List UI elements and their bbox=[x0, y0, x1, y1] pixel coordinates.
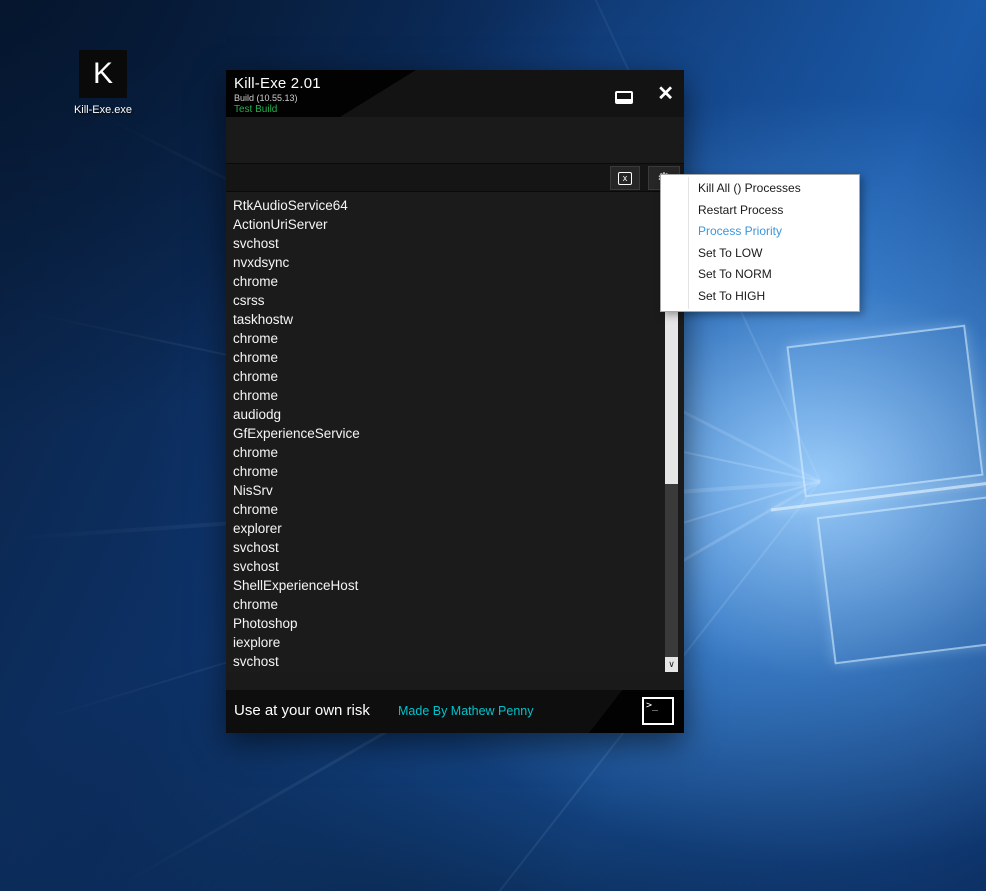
context-menu-item[interactable]: Set To HIGH bbox=[661, 286, 859, 308]
kill-exe-window: Kill-Exe 2.01 Build (10.55.13) Test Buil… bbox=[226, 70, 684, 733]
process-list[interactable]: RtkAudioService64 ActionUriServer svchos… bbox=[226, 196, 662, 672]
console-prompt-icon: >_ bbox=[646, 700, 659, 711]
context-menu: Kill All () Processes Restart Process Pr… bbox=[660, 174, 860, 312]
process-list-item[interactable]: csrss bbox=[233, 291, 662, 310]
context-menu-item[interactable]: Restart Process bbox=[661, 200, 859, 222]
process-list-item[interactable]: svchost bbox=[233, 557, 662, 576]
context-menu-items: Kill All () Processes Restart Process Pr… bbox=[661, 178, 859, 307]
process-list-item[interactable]: chrome bbox=[233, 462, 662, 481]
window-controls: ✕ bbox=[611, 70, 674, 117]
process-list-item[interactable]: chrome bbox=[233, 386, 662, 405]
process-list-item[interactable]: Photoshop bbox=[233, 614, 662, 633]
footer: Use at your own risk Made By Mathew Penn… bbox=[226, 690, 684, 733]
kill-process-icon: x bbox=[617, 171, 633, 185]
process-list-item[interactable]: svchost bbox=[233, 652, 662, 671]
kill-process-button[interactable]: x bbox=[610, 166, 640, 190]
process-list-panel: RtkAudioService64 ActionUriServer svchos… bbox=[226, 192, 684, 672]
process-list-item[interactable]: nvxdsync bbox=[233, 253, 662, 272]
process-list-item[interactable]: explorer bbox=[233, 519, 662, 538]
desktop-icon-label: Kill-Exe.exe bbox=[73, 104, 133, 116]
window-spacer bbox=[226, 117, 684, 163]
wallpaper-window-pane bbox=[786, 324, 984, 498]
context-menu-item[interactable]: Set To LOW bbox=[661, 243, 859, 265]
context-menu-item[interactable]: Kill All () Processes bbox=[661, 178, 859, 200]
context-menu-item[interactable]: Set To NORM bbox=[661, 264, 859, 286]
process-list-item[interactable]: GfExperienceService bbox=[233, 424, 662, 443]
process-list-item[interactable]: iexplore bbox=[233, 633, 662, 652]
kill-exe-app-icon: K bbox=[79, 50, 127, 98]
minimize-button[interactable] bbox=[611, 84, 637, 104]
window-title: Kill-Exe 2.01 bbox=[234, 75, 321, 92]
process-list-item[interactable]: audiodg bbox=[233, 405, 662, 424]
wallpaper-window-pane bbox=[816, 493, 986, 665]
process-list-item[interactable]: chrome bbox=[233, 595, 662, 614]
window-build-tag: Test Build bbox=[234, 104, 278, 115]
process-list-item[interactable]: chrome bbox=[233, 329, 662, 348]
process-list-item[interactable]: chrome bbox=[233, 367, 662, 386]
title-block: Kill-Exe 2.01 Build (10.55.13) Test Buil… bbox=[234, 75, 321, 115]
toolbar: x ⚙ bbox=[226, 163, 684, 192]
process-list-item[interactable]: chrome bbox=[233, 348, 662, 367]
scroll-down-button[interactable]: ∨ bbox=[665, 657, 678, 672]
process-list-item[interactable]: NisSrv bbox=[233, 481, 662, 500]
process-list-item[interactable]: ShellExperienceHost bbox=[233, 576, 662, 595]
minimize-icon bbox=[615, 90, 634, 104]
titlebar[interactable]: Kill-Exe 2.01 Build (10.55.13) Test Buil… bbox=[226, 70, 684, 117]
window-build-number: Build (10.55.13) bbox=[234, 93, 298, 103]
desktop: K Kill-Exe.exe Kill-Exe 2.01 Build (10.5… bbox=[0, 0, 986, 891]
console-button[interactable]: >_ bbox=[642, 697, 674, 725]
process-list-item[interactable]: svchost bbox=[233, 234, 662, 253]
process-list-item[interactable]: ActionUriServer bbox=[233, 215, 662, 234]
window-spacer bbox=[226, 672, 684, 690]
footer-credit: Made By Mathew Penny bbox=[398, 704, 534, 718]
desktop-icon-kill-exe[interactable]: K Kill-Exe.exe bbox=[64, 50, 142, 116]
process-list-item[interactable]: RtkAudioService64 bbox=[233, 196, 662, 215]
process-list-item[interactable]: chrome bbox=[233, 500, 662, 519]
process-list-item[interactable]: taskhostw bbox=[233, 310, 662, 329]
close-button[interactable]: ✕ bbox=[657, 84, 674, 104]
process-list-item[interactable]: svchost bbox=[233, 538, 662, 557]
process-list-item[interactable]: chrome bbox=[233, 272, 662, 291]
footer-warning: Use at your own risk bbox=[234, 702, 370, 719]
context-menu-item[interactable]: Process Priority bbox=[661, 221, 859, 243]
process-list-item[interactable]: chrome bbox=[233, 443, 662, 462]
